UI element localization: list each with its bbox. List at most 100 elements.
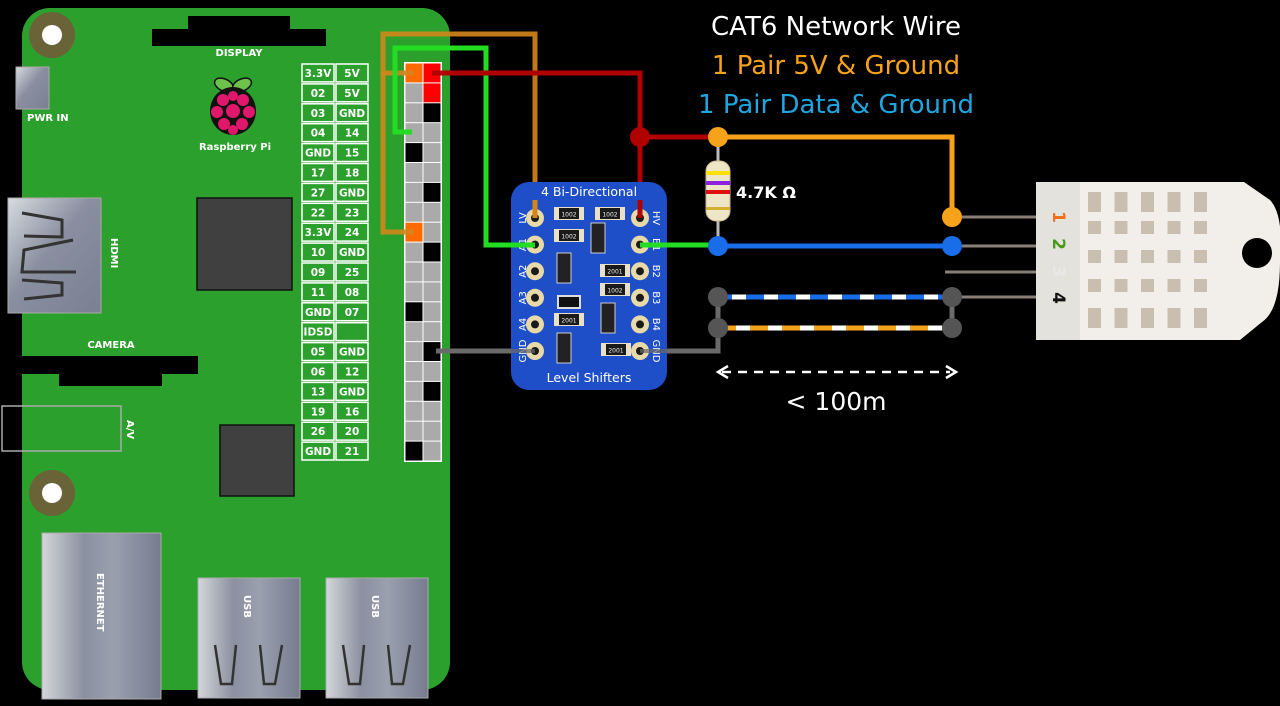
- smd-component: [557, 295, 581, 309]
- gpio-label: 17: [311, 168, 326, 180]
- svg-text:1002: 1002: [561, 234, 576, 241]
- gpio-label: 16: [345, 406, 360, 418]
- raspberry-pi-label: Raspberry Pi: [199, 142, 271, 153]
- gpio-label: 5V: [344, 68, 360, 80]
- gpio-pin-gnd: [405, 302, 423, 322]
- title-line-2: 1 Pair 5V & Ground: [712, 51, 960, 81]
- mosfet: [556, 332, 572, 364]
- usb-port-2: USB: [325, 577, 429, 699]
- gpio-label: 04: [311, 128, 326, 140]
- gpio-pin-gnd: [405, 143, 423, 162]
- gpio-pin-gpio: [423, 222, 441, 242]
- vent-hole: [1088, 192, 1101, 212]
- junctions: [630, 127, 962, 338]
- cpu-chip: [196, 197, 293, 291]
- gpio-label: 22: [311, 207, 326, 219]
- gpio-pin-gpio: [423, 262, 441, 282]
- svg-text:2001: 2001: [608, 348, 623, 355]
- gpio-label: GND: [339, 247, 365, 259]
- sensor-pin-label: 1: [1048, 211, 1068, 223]
- gpio-label: 09: [311, 267, 326, 279]
- vent-hole: [1194, 192, 1207, 212]
- junction-gnd-4: [942, 318, 962, 338]
- gpio-label: 3.3V: [305, 68, 333, 80]
- gpio-pin-gpio: [423, 163, 441, 182]
- vent-hole: [1141, 279, 1154, 292]
- mounting-hole-bottom: [29, 470, 75, 516]
- title-line-1: CAT6 Network Wire: [711, 12, 961, 42]
- diagram-canvas: DISPLAY PWR IN Raspberry Pi HDMI CAMERA …: [1, 8, 1280, 700]
- gpio-label: GND: [305, 148, 331, 160]
- gpio-pin-gpio: [423, 123, 441, 143]
- svg-text:2001: 2001: [607, 269, 622, 276]
- shifter-pin-label: A2: [518, 265, 529, 278]
- usb-1-label: USB: [241, 595, 252, 618]
- svg-text:2001: 2001: [561, 318, 576, 325]
- sensor-label-strip: [1036, 182, 1080, 340]
- gpio-pin-gpio: [405, 342, 423, 361]
- vent-hole: [1167, 250, 1181, 263]
- vent-hole: [1167, 192, 1181, 212]
- shifter-title-bottom: Level Shifters: [547, 370, 632, 385]
- vent-hole: [1194, 308, 1207, 328]
- vent-hole: [1114, 192, 1128, 212]
- vent-hole: [1167, 279, 1181, 292]
- wiring-diagram: DISPLAY PWR IN Raspberry Pi HDMI CAMERA …: [0, 0, 1280, 702]
- gpio-label: IDSD: [304, 327, 333, 339]
- gpio-pin-gpio: [405, 202, 423, 222]
- vent-hole: [1194, 221, 1207, 234]
- gpio-label: GND: [339, 108, 365, 120]
- shifter-pin-label: B2: [650, 265, 661, 278]
- display-label: DISPLAY: [216, 48, 264, 59]
- gpio-pin-gpio: [423, 202, 441, 222]
- mosfet: [590, 222, 606, 254]
- gpio-pin-gpio: [423, 362, 441, 381]
- shifter-pin-label: HV: [650, 211, 661, 226]
- lan-chip: [219, 424, 295, 497]
- gpio-label: 14: [345, 128, 360, 140]
- vent-hole: [1141, 221, 1154, 234]
- gpio-label: 3.3V: [305, 227, 333, 239]
- shifter-pin-label: LV: [518, 212, 529, 223]
- vent-hole: [1167, 221, 1181, 234]
- gpio-label: 13: [311, 386, 326, 398]
- gpio-label: 19: [311, 406, 326, 418]
- shifter-pin-label: B4: [650, 318, 661, 331]
- sensor-pin-label: 4: [1048, 292, 1068, 304]
- sensor-pin-label: 3: [1048, 265, 1068, 277]
- usb-port-1: USB: [197, 577, 301, 699]
- gpio-pin-gpio: [405, 103, 423, 123]
- gpio-label: 21: [345, 446, 360, 458]
- gpio-label: 02: [311, 88, 326, 100]
- gpio-label: 06: [311, 367, 326, 379]
- gpio-pin-gpio: [423, 441, 441, 461]
- vent-hole: [1167, 308, 1181, 328]
- gpio-label: 18: [345, 168, 360, 180]
- dht22-sensor: 1 2 3 4: [945, 182, 1280, 340]
- mosfet: [556, 252, 572, 284]
- vent-hole: [1141, 250, 1154, 263]
- junction-sensor-pin4: [942, 287, 962, 307]
- gpio-pin-gpio: [405, 262, 423, 282]
- sensor-mount-hole: [1242, 238, 1272, 268]
- title-line-3: 1 Pair Data & Ground: [698, 90, 974, 120]
- vent-hole: [1194, 279, 1207, 292]
- gpio-label: 12: [345, 367, 360, 379]
- camera-label: CAMERA: [87, 340, 135, 351]
- vent-hole: [1088, 308, 1101, 328]
- gpio-label: 24: [345, 227, 360, 239]
- vent-hole: [1088, 250, 1101, 263]
- gpio-label: GND: [305, 446, 331, 458]
- av-label: A/V: [124, 420, 135, 439]
- gpio-pin-gpio: [405, 83, 423, 103]
- junction-sensor-pin2: [942, 236, 962, 256]
- gpio-pin-gpio: [405, 182, 423, 202]
- gpio-label: 5V: [344, 88, 360, 100]
- ethernet-port: ETHERNET: [41, 532, 162, 700]
- gpio-pin-gnd: [405, 441, 423, 461]
- vent-hole: [1194, 250, 1207, 263]
- pwr-in-label: PWR IN: [27, 113, 69, 124]
- resistor-label: 4.7K Ω: [736, 183, 796, 202]
- gpio-pin-gpio: [405, 401, 423, 421]
- pullup-resistor: 4.7K Ω: [705, 160, 796, 222]
